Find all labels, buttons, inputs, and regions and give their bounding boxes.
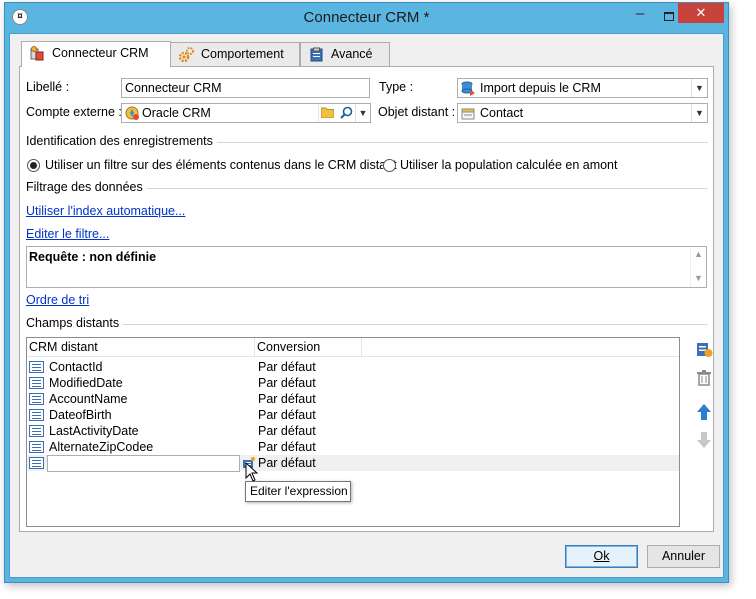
crm-connector-icon	[30, 46, 44, 61]
field-conversion: Par défaut	[258, 456, 316, 470]
index-automatique-link[interactable]: Utiliser l'index automatique...	[26, 204, 185, 218]
field-name: ModifiedDate	[49, 376, 123, 390]
field-name: ContactId	[49, 360, 103, 374]
type-label: Type :	[379, 80, 414, 94]
type-select[interactable]: Import depuis le CRM ▼	[457, 78, 708, 98]
database-import-icon	[461, 81, 475, 96]
tab-avance[interactable]: Avancé	[300, 42, 390, 66]
cancel-button-label: Annuler	[661, 549, 706, 563]
libelle-label: Libellé :	[26, 80, 70, 94]
radio-population-amont-label[interactable]: Utiliser la population calculée en amont	[400, 158, 618, 172]
clipboard-icon	[310, 47, 323, 62]
field-list-icon	[29, 457, 44, 469]
move-down-icon[interactable]	[695, 431, 713, 449]
section-divider	[26, 324, 708, 325]
add-field-icon[interactable]	[695, 340, 713, 358]
editer-filtre-link[interactable]: Editer le filtre...	[26, 227, 109, 241]
tab-panel: Libellé : Connecteur CRM Type : Import d…	[19, 66, 714, 532]
field-name: AccountName	[49, 392, 128, 406]
mouse-cursor-icon	[245, 462, 259, 482]
radio-population-amont[interactable]	[383, 159, 396, 172]
radio-filtre-crm-label[interactable]: Utiliser un filtre sur des éléments cont…	[45, 158, 397, 172]
field-conversion: Par défaut	[258, 360, 316, 374]
folder-icon[interactable]	[318, 104, 336, 122]
field-name-input[interactable]	[47, 455, 240, 472]
title-bar[interactable]: ¤ Connecteur CRM * – ✕	[5, 3, 728, 33]
libelle-input[interactable]: Connecteur CRM	[121, 78, 370, 98]
field-list-icon	[29, 361, 44, 373]
compte-externe-value: Oracle CRM	[142, 106, 211, 120]
table-row[interactable]: ContactId Par défaut	[27, 359, 679, 375]
field-list-icon	[29, 393, 44, 405]
ordre-tri-link[interactable]: Ordre de tri	[26, 293, 89, 307]
gears-icon	[179, 47, 194, 62]
scroll-down-icon[interactable]: ▼	[694, 273, 703, 283]
search-icon[interactable]	[337, 104, 355, 122]
remote-fields-grid[interactable]: CRM distant Conversion ContactId Par déf…	[26, 337, 680, 527]
tab-comportement[interactable]: Comportement	[170, 42, 300, 66]
query-text: Requête : non définie	[29, 250, 157, 264]
field-name: LastActivityDate	[49, 424, 139, 438]
contact-table-icon	[461, 108, 475, 120]
ok-button[interactable]: Ok	[565, 545, 638, 568]
tab-label: Comportement	[201, 47, 284, 61]
filtrage-section-title: Filtrage des données	[26, 180, 147, 194]
champs-section-title: Champs distants	[26, 316, 124, 330]
field-name: DateofBirth	[49, 408, 112, 422]
tab-label: Connecteur CRM	[52, 46, 149, 60]
table-row[interactable]: LastActivityDate Par défaut	[27, 423, 679, 439]
column-header-crm-distant[interactable]: CRM distant	[27, 338, 255, 357]
objet-distant-label: Objet distant :	[378, 105, 456, 119]
minimize-button[interactable]: –	[627, 6, 653, 27]
field-list-icon	[29, 409, 44, 421]
tab-connecteur-crm[interactable]: Connecteur CRM	[21, 41, 171, 67]
field-list-icon	[29, 377, 44, 389]
objet-distant-value: Contact	[480, 106, 524, 120]
identification-section-title: Identification des enregistrements	[26, 134, 217, 148]
filter-scrollbar[interactable]: ▲ ▼	[690, 247, 706, 287]
column-header-conversion[interactable]: Conversion	[255, 338, 362, 357]
field-name: AlternateZipCodee	[49, 440, 154, 454]
chevron-down-icon[interactable]: ▼	[691, 79, 707, 97]
compte-externe-field[interactable]: Oracle CRM ▼	[121, 103, 371, 123]
field-conversion: Par défaut	[258, 424, 316, 438]
edit-expression-tooltip: Editer l'expression	[245, 481, 351, 502]
ok-button-label: Ok	[593, 549, 610, 563]
chevron-down-icon[interactable]: ▼	[355, 104, 370, 122]
dialog-client-area: Connecteur CRM Comportement Avancé Libel…	[9, 33, 724, 578]
field-conversion: Par défaut	[258, 440, 316, 454]
cancel-button[interactable]: Annuler	[647, 545, 720, 568]
field-conversion: Par défaut	[258, 408, 316, 422]
objet-distant-select[interactable]: Contact ▼	[457, 103, 708, 123]
table-row[interactable]: AlternateZipCodee Par défaut	[27, 439, 679, 455]
trash-icon[interactable]	[695, 369, 713, 387]
dialog-window: ¤ Connecteur CRM * – ✕ Connecteur CRM Co…	[4, 2, 729, 583]
table-row[interactable]: DateofBirth Par défaut	[27, 407, 679, 423]
type-value: Import depuis le CRM	[480, 81, 601, 95]
external-account-icon	[125, 106, 139, 120]
radio-filtre-crm[interactable]	[27, 159, 40, 172]
maximize-icon	[664, 12, 674, 21]
table-row[interactable]: ModifiedDate Par défaut	[27, 375, 679, 391]
tab-label: Avancé	[331, 47, 373, 61]
move-up-icon[interactable]	[695, 403, 713, 421]
field-list-icon	[29, 441, 44, 453]
table-row-editing[interactable]: Par défaut	[27, 455, 679, 472]
table-row[interactable]: AccountName Par défaut	[27, 391, 679, 407]
scroll-up-icon[interactable]: ▲	[694, 249, 703, 259]
field-conversion: Par défaut	[258, 376, 316, 390]
window-title: Connecteur CRM *	[303, 9, 430, 26]
field-conversion: Par défaut	[258, 392, 316, 406]
field-list-icon	[29, 425, 44, 437]
grid-header: CRM distant Conversion	[27, 338, 679, 357]
compte-externe-label: Compte externe :	[26, 105, 122, 119]
filter-query-box[interactable]: Requête : non définie ▲ ▼	[26, 246, 707, 288]
chevron-down-icon[interactable]: ▼	[691, 104, 707, 122]
close-button[interactable]: ✕	[678, 3, 724, 23]
